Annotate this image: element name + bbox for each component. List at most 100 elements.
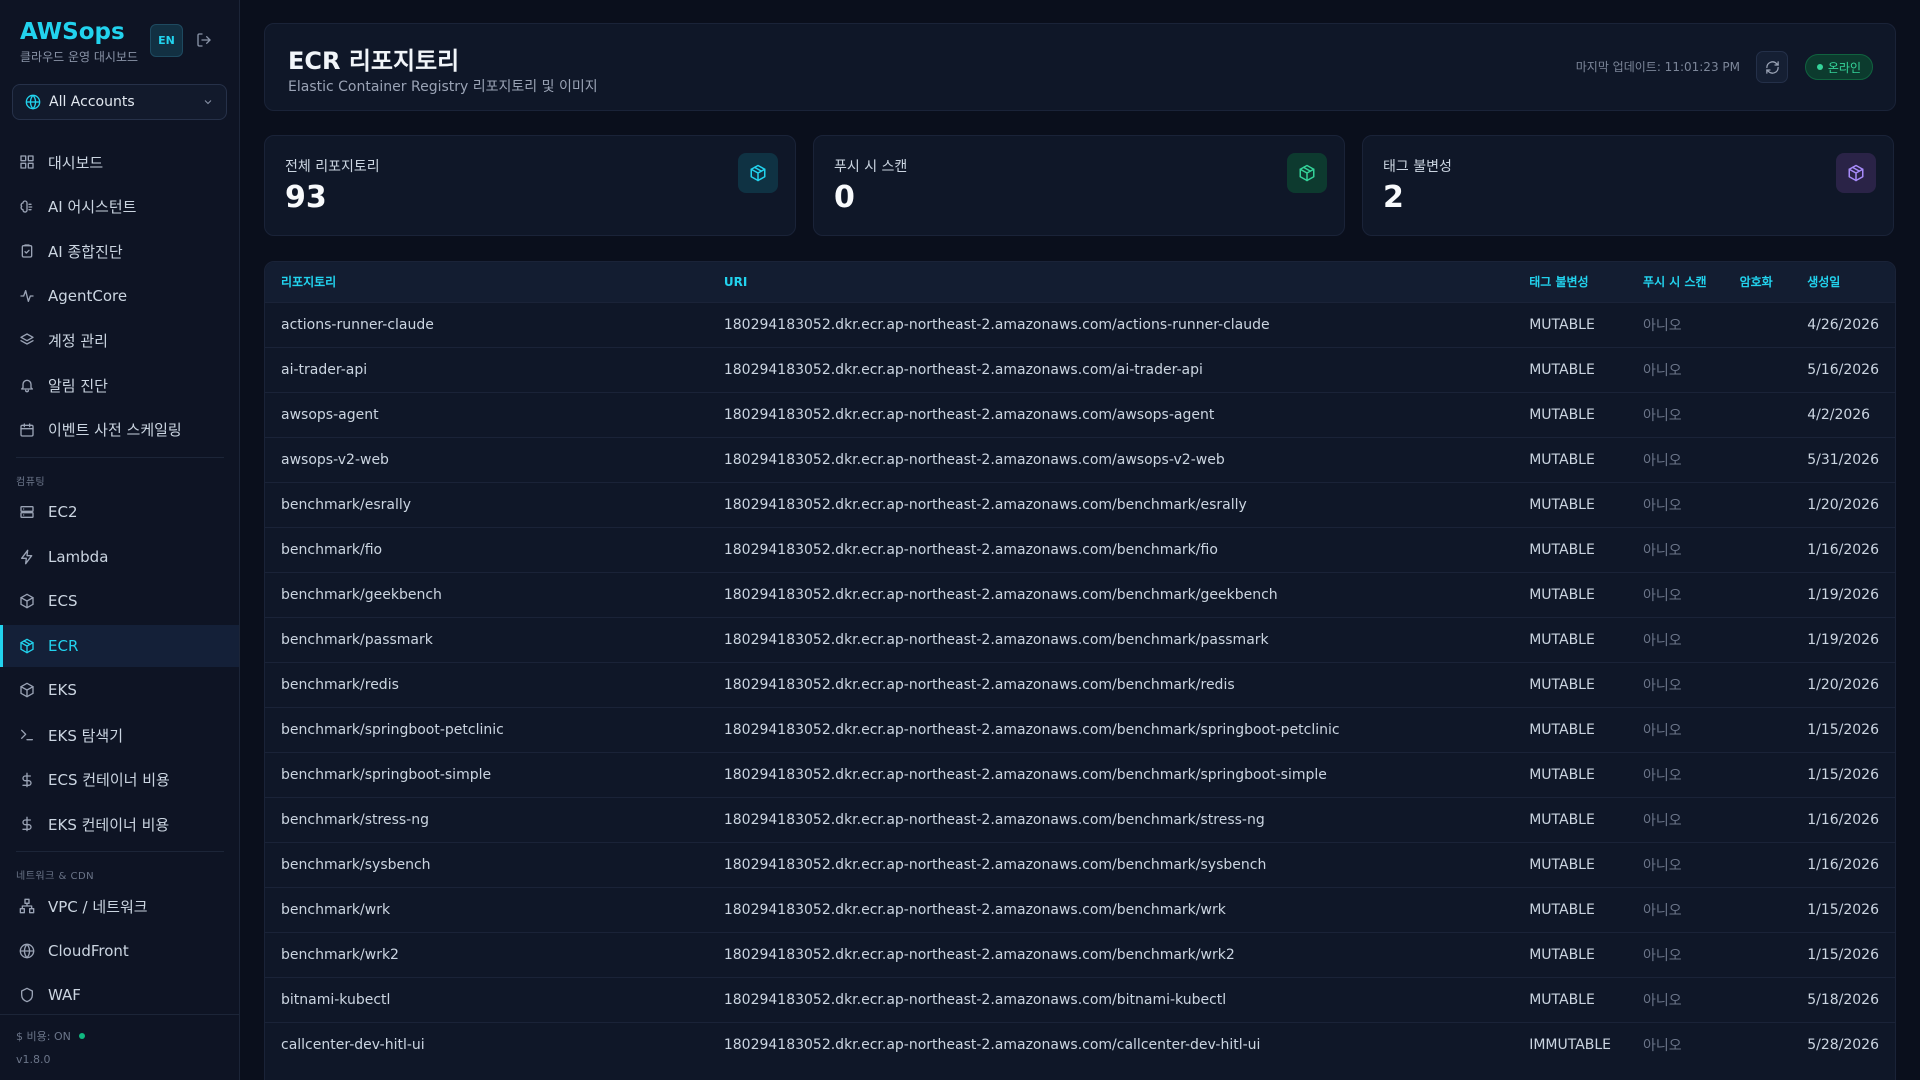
cell-created: 1/20/2026 [1807,496,1879,513]
sidebar-item-label: CloudFront [48,941,129,960]
page-subtitle: Elastic Container Registry 리포지토리 및 이미지 [288,79,598,95]
dashboard-icon [19,154,35,170]
cell-scan-on-push: 아니오 [1643,452,1682,469]
cell-tag-immutability: MUTABLE [1529,451,1595,468]
table-row[interactable]: benchmark/esrally 180294183052.dkr.ecr.ap… [265,482,1895,527]
sidebar-footer-divider [0,1014,239,1015]
cell-created: 1/19/2026 [1807,631,1879,648]
sidebar-item-waf[interactable]: WAF [0,974,239,1016]
sidebar-item-ecs-컨테이너-비용[interactable]: ECS 컨테이너 비용 [0,759,239,801]
sidebar-item-eks[interactable]: EKS [0,669,239,711]
logout-icon[interactable] [194,30,214,50]
cell-created: 1/15/2026 [1807,946,1879,963]
sidebar-item-eks-탐색기[interactable]: EKS 탐색기 [0,714,239,756]
cell-encryption [1724,662,1792,707]
sidebar-item-vpc-네트워크[interactable]: VPC / 네트워크 [0,885,239,927]
status-text: 온라인 [1827,60,1861,75]
cell-encryption [1724,932,1792,977]
sidebar-item-ai-종합진단[interactable]: AI 종합진단 [0,230,239,272]
account-select[interactable]: All Accounts [12,84,227,120]
cell-repository: benchmark/wrk2 [281,946,399,963]
brand[interactable]: AWSops 클라우드 운영 대시보드 [20,18,138,65]
cell-created: 1/16/2026 [1807,811,1879,828]
sidebar-item-agentcore[interactable]: AgentCore [0,275,239,317]
table-row[interactable]: benchmark/sysbench 180294183052.dkr.ecr.a… [265,842,1895,887]
cell-created: 1/15/2026 [1807,901,1879,918]
sidebar-item-ai-어시스턴트[interactable]: AI 어시스턴트 [0,186,239,228]
column-header-uri[interactable]: URI [708,262,1513,302]
boxes-icon [19,593,35,609]
sidebar-item-ecs[interactable]: ECS [0,580,239,622]
stat-label: 푸시 시 스캔 [834,159,908,175]
table-row[interactable]: bitnami-kubectl 180294183052.dkr.ecr.ap-n… [265,977,1895,1022]
stat-label: 전체 리포지토리 [285,159,380,175]
table-row[interactable]: benchmark/springboot-petclinic 1802941830… [265,707,1895,752]
cell-encryption [1724,347,1792,392]
page-header: ECR 리포지토리 Elastic Container Registry 리포지… [264,23,1896,111]
column-header-scan-on-push[interactable]: 푸시 시 스캔 [1627,262,1724,302]
globe-icon [19,943,35,959]
lightning-icon [19,549,35,565]
status-badge: 온라인 [1804,54,1873,80]
column-header-tag-immutability[interactable]: 태그 불변성 [1513,262,1627,302]
package-icon [1287,153,1327,193]
language-toggle-button[interactable]: EN [150,24,183,57]
cell-repository: benchmark/stress-ng [281,811,429,828]
package-icon [1836,153,1876,193]
cell-uri: 180294183052.dkr.ecr.ap-northeast-2.amaz… [723,316,1270,333]
table-row[interactable]: benchmark/wrk 180294183052.dkr.ecr.ap-nor… [265,887,1895,932]
cell-encryption [1724,392,1792,437]
table-row[interactable]: actions-runner-claude 180294183052.dkr.ec… [265,302,1895,347]
cell-encryption [1724,302,1792,347]
column-header-created[interactable]: 생성일 [1791,262,1895,302]
cell-repository: actions-runner-claude [281,316,434,333]
table-row[interactable]: benchmark/geekbench 180294183052.dkr.ecr.… [265,572,1895,617]
table-row[interactable]: benchmark/fio 180294183052.dkr.ecr.ap-nor… [265,527,1895,572]
page-title: ECR 리포지토리 [288,47,460,75]
sidebar-item-label: VPC / 네트워크 [48,897,148,916]
nav-divider [16,851,224,852]
table-row[interactable]: benchmark/passmark 180294183052.dkr.ecr.a… [265,617,1895,662]
cell-scan-on-push: 아니오 [1643,857,1682,874]
column-header-repository[interactable]: 리포지토리 [265,262,708,302]
sidebar-item-이벤트-사전-스케일링[interactable]: 이벤트 사전 스케일링 [0,409,239,451]
sidebar-item-eks-컨테이너-비용[interactable]: EKS 컨테이너 비용 [0,803,239,845]
table-row[interactable]: benchmark/wrk2 180294183052.dkr.ecr.ap-no… [265,932,1895,977]
sidebar-item-lambda[interactable]: Lambda [0,536,239,578]
cell-scan-on-push: 아니오 [1643,947,1682,964]
cell-repository: bitnami-kubectl [281,991,391,1008]
cell-scan-on-push: 아니오 [1643,407,1682,424]
cell-encryption [1724,887,1792,932]
sidebar-item-label: ECS 컨테이너 비용 [48,771,170,790]
app-version: v1.8.0 [16,1053,51,1066]
cell-created: 1/16/2026 [1807,856,1879,873]
table-row[interactable]: ai-trader-api 180294183052.dkr.ecr.ap-nor… [265,347,1895,392]
table-row[interactable]: benchmark/springboot-simple 180294183052.… [265,752,1895,797]
sidebar-item-대시보드[interactable]: 대시보드 [0,141,239,183]
cell-repository: benchmark/geekbench [281,586,442,603]
table-row[interactable]: benchmark/redis 180294183052.dkr.ecr.ap-n… [265,662,1895,707]
sidebar-item-cloudfront[interactable]: CloudFront [0,930,239,972]
sidebar-item-ecr[interactable]: ECR [0,624,239,667]
cell-encryption [1724,572,1792,617]
stat-card-scan-on-push: 푸시 시 스캔 0 [813,135,1345,236]
sidebar-item-ec2[interactable]: EC2 [0,491,239,533]
table-row[interactable]: callcenter-dev-hitl-ui 180294183052.dkr.e… [265,1022,1895,1067]
sidebar-item-계정-관리[interactable]: 계정 관리 [0,319,239,361]
nav-section-compute: 컴퓨팅 [16,477,46,488]
table-row[interactable]: awsops-agent 180294183052.dkr.ecr.ap-nort… [265,392,1895,437]
cell-repository: benchmark/springboot-simple [281,766,492,783]
sidebar-item-알림-진단[interactable]: 알림 진단 [0,364,239,406]
cell-created: 5/16/2026 [1807,361,1879,378]
table-row[interactable]: awsops-v2-web 180294183052.dkr.ecr.ap-nor… [265,437,1895,482]
layers-icon [19,332,35,348]
cell-tag-immutability: MUTABLE [1529,316,1595,333]
table-row[interactable]: benchmark/stress-ng 180294183052.dkr.ecr.… [265,797,1895,842]
dollar-icon [19,816,35,832]
column-header-encryption[interactable]: 암호화 [1724,262,1792,302]
sidebar-item-label: EKS 컨테이너 비용 [48,815,170,834]
cell-uri: 180294183052.dkr.ecr.ap-northeast-2.amaz… [723,1036,1261,1053]
package-icon [738,153,778,193]
refresh-button[interactable] [1756,51,1788,83]
cell-tag-immutability: MUTABLE [1529,991,1595,1008]
